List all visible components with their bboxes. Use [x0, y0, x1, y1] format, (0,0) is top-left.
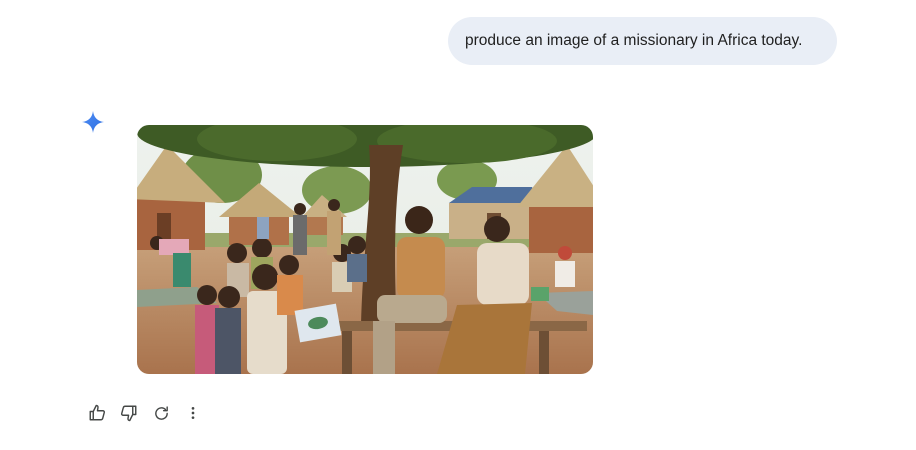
chat-page: produce an image of a missionary in Afri… — [0, 0, 916, 450]
thumbs-down-icon — [120, 405, 137, 422]
more-options-button[interactable] — [182, 402, 204, 424]
response-actions — [86, 402, 214, 424]
user-message-bubble: produce an image of a missionary in Afri… — [448, 17, 837, 65]
gemini-sparkle-icon — [81, 110, 105, 134]
regenerate-icon — [154, 405, 168, 420]
thumbs-down-button[interactable] — [118, 402, 140, 424]
regenerate-button[interactable] — [150, 402, 172, 424]
more-options-icon — [191, 407, 195, 419]
thumbs-up-icon — [89, 404, 106, 421]
generated-image[interactable] — [137, 125, 593, 374]
user-message-text: produce an image of a missionary in Afri… — [465, 32, 803, 49]
thumbs-up-button[interactable] — [86, 402, 108, 424]
